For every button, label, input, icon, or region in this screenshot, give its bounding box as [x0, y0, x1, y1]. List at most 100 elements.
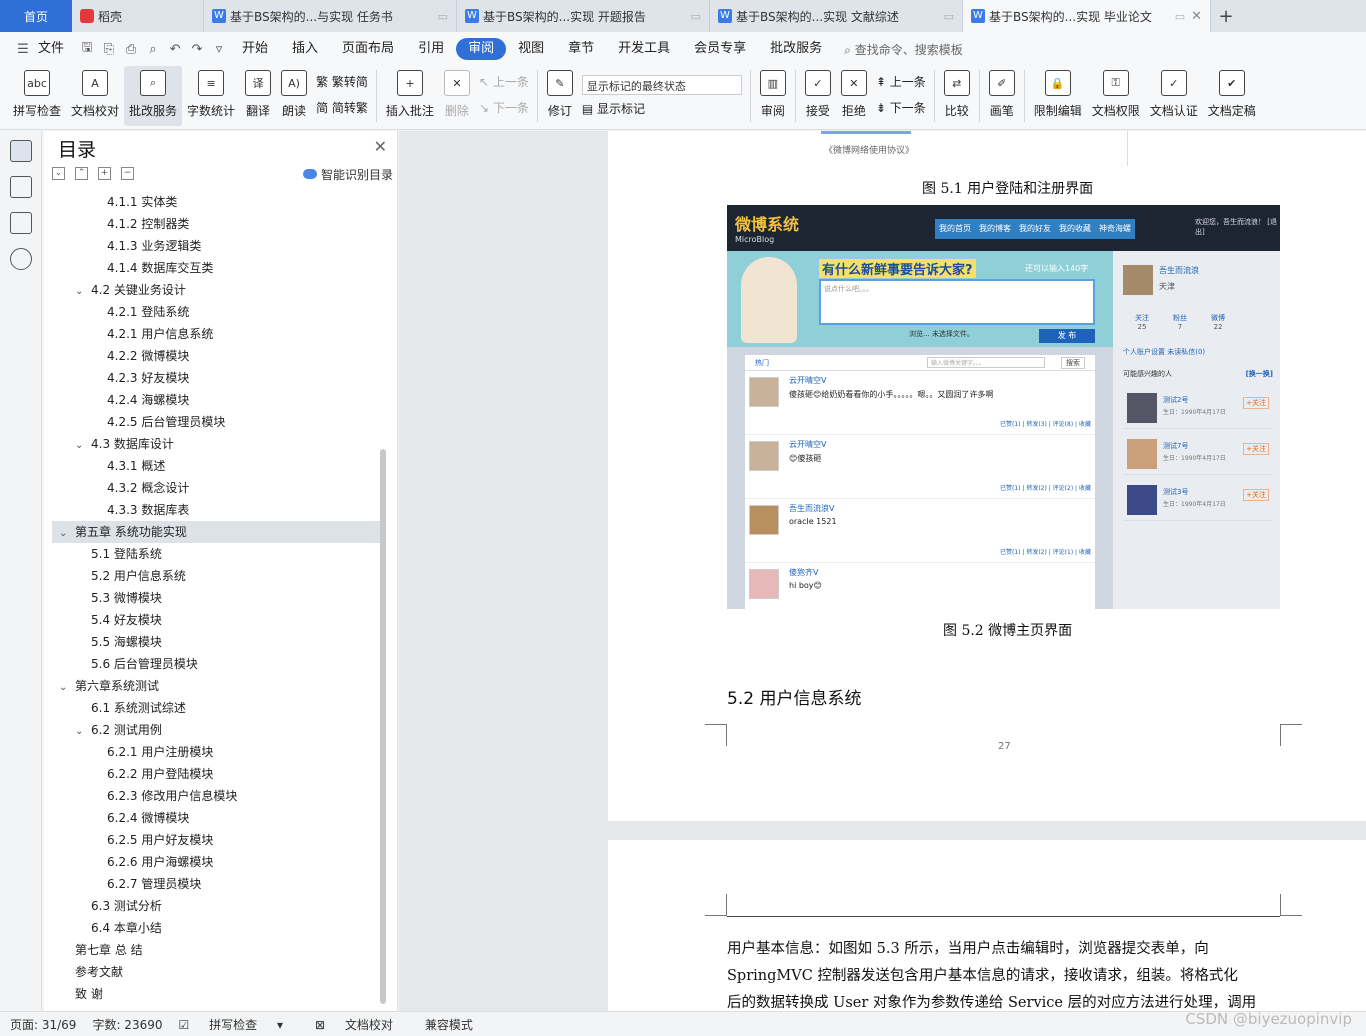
show-markup-button[interactable]: ▤ 显示标记 [582, 100, 742, 117]
toc-item[interactable]: 5.6 后台管理员模块 [52, 653, 380, 675]
pin-icon[interactable]: ▭ [438, 10, 448, 23]
review-service-button[interactable]: ⌕ 批改服务 [124, 66, 183, 126]
redo-icon[interactable]: ↷ [186, 42, 208, 57]
toc-item[interactable]: 4.1.1 实体类 [52, 191, 380, 213]
menu-chapter[interactable]: 章节 [556, 38, 606, 60]
new-tab-button[interactable]: + [1211, 0, 1241, 32]
toc-item[interactable]: 4.2.3 好友模块 [52, 367, 380, 389]
toc-item[interactable]: 4.3.1 概述 [52, 455, 380, 477]
doc-certify-button[interactable]: ✓ 文档认证 [1145, 66, 1203, 126]
print-icon[interactable]: ⎙ [120, 42, 142, 57]
toc-item[interactable]: 4.2.1 用户信息系统 [52, 323, 380, 345]
toc-item[interactable]: 5.1 登陆系统 [52, 543, 380, 565]
toc-item[interactable]: 4.3.2 概念设计 [52, 477, 380, 499]
markup-state-select[interactable]: 显示标记的最终状态 [581, 74, 742, 95]
tab-doc-task[interactable]: W 基于BS架构的...与实现 任务书 ▭ [204, 0, 457, 32]
toc-item[interactable]: 4.2.4 海螺模块 [52, 389, 380, 411]
paragraph-line[interactable]: 用户基本信息：如图如 5.3 所示，当用户点击编辑时，浏览器提交表单，向 [727, 936, 1282, 963]
accept-button[interactable]: ✓ 接受 [800, 66, 836, 126]
simp-to-trad-button[interactable]: 简 简转繁 [316, 99, 368, 116]
toc-item[interactable]: ⌄ 6.2 测试用例 [52, 719, 380, 741]
prev-change-button[interactable]: ⇞ 上一条 [876, 73, 926, 90]
tab-home[interactable]: 首页 [0, 0, 72, 32]
trad-to-simp-button[interactable]: 繁 繁转简 [316, 73, 368, 90]
word-count[interactable]: 字数: 23690 [92, 1016, 162, 1033]
insert-comment-button[interactable]: + 插入批注 [381, 66, 439, 126]
toc-item[interactable]: 5.2 用户信息系统 [52, 565, 380, 587]
doc-permission-button[interactable]: ⚿ 文档权限 [1087, 66, 1145, 126]
toc-item[interactable]: 5.5 海螺模块 [52, 631, 380, 653]
menu-start[interactable]: 开始 [230, 38, 280, 60]
toc-item[interactable]: 6.2.3 修改用户信息模块 [52, 785, 380, 807]
compare-button[interactable]: ⇄ 比较 [939, 66, 975, 126]
pin-icon[interactable]: ▭ [691, 10, 701, 23]
toc-scrollbar[interactable] [380, 449, 386, 1004]
paragraph-line[interactable]: 后的数据转换成 User 对象作为参数传递给 Service 层的对应方法进行处… [727, 990, 1282, 1011]
outline-panel-icon[interactable] [10, 176, 32, 198]
doc-finalize-button[interactable]: ✔ 文档定稿 [1203, 66, 1261, 126]
next-comment-button[interactable]: ↘ 下一条 [479, 99, 529, 116]
toc-item[interactable]: 6.2.4 微博模块 [52, 807, 380, 829]
chevron-down-icon[interactable]: ⌄ [75, 281, 91, 303]
menu-reference[interactable]: 引用 [406, 38, 456, 60]
toc-item[interactable]: 4.2.1 登陆系统 [52, 301, 380, 323]
close-icon[interactable]: ✕ [374, 137, 387, 156]
menu-file[interactable]: 文件 [34, 38, 76, 60]
pen-button[interactable]: ✐ 画笔 [984, 66, 1020, 126]
doc-proof-button[interactable]: A 文档校对 [66, 66, 124, 126]
menu-devtools[interactable]: 开发工具 [606, 38, 682, 60]
restrict-edit-button[interactable]: 🔒 限制编辑 [1029, 66, 1087, 126]
search-icon[interactable] [10, 248, 32, 270]
toc-item[interactable]: 第七章 总 结 [52, 939, 380, 961]
toc-item[interactable]: 5.4 好友模块 [52, 609, 380, 631]
chevron-down-icon[interactable]: ⌄ [59, 523, 75, 545]
word-count-button[interactable]: ≡ 字数统计 [182, 66, 240, 126]
toc-item[interactable]: 参考文献 [52, 961, 380, 983]
toc-item[interactable]: 6.3 测试分析 [52, 895, 380, 917]
pin-icon[interactable]: ▭ [1175, 10, 1185, 23]
menu-view[interactable]: 视图 [506, 38, 556, 60]
toc-item[interactable]: 4.3.3 数据库表 [52, 499, 380, 521]
toc-item[interactable]: 4.2.2 微博模块 [52, 345, 380, 367]
toc-item[interactable]: 6.1 系统测试综述 [52, 697, 380, 719]
paragraph-line[interactable]: SpringMVC 控制器发送包含用户基本信息的请求，接收请求，组装。将格式化 [727, 963, 1282, 990]
toc-item[interactable]: ⌄ 第六章系统测试 [52, 675, 380, 697]
expand-one-icon[interactable]: ⌄ [52, 167, 65, 180]
toc-item[interactable]: 6.2.2 用户登陆模块 [52, 763, 380, 785]
hamburger-icon[interactable]: ☰ [12, 42, 34, 57]
toc-item[interactable]: 6.2.7 管理员模块 [52, 873, 380, 895]
track-changes-button[interactable]: ✎ 修订 [542, 66, 578, 126]
chevron-down-icon[interactable]: ⌄ [75, 435, 91, 457]
collapse-all-icon[interactable]: − [121, 167, 134, 180]
customize-icon[interactable]: ▿ [208, 42, 230, 57]
save-icon[interactable]: 🖫 [76, 38, 98, 60]
chevron-down-icon[interactable]: ⌄ [59, 677, 75, 699]
close-icon[interactable]: ✕ [1191, 9, 1202, 24]
reject-button[interactable]: ✕ 拒绝 [836, 66, 872, 126]
doc-proof-status[interactable]: ⊠ 文档校对 [315, 1016, 409, 1033]
menu-review[interactable]: 审阅 [456, 38, 507, 60]
toc-item[interactable]: 4.1.4 数据库交互类 [52, 257, 380, 279]
toc-item[interactable]: 致 谢 [52, 983, 380, 1005]
prev-comment-button[interactable]: ↖ 上一条 [479, 73, 529, 90]
menu-layout[interactable]: 页面布局 [330, 38, 406, 60]
menu-insert[interactable]: 插入 [280, 38, 330, 60]
toc-item[interactable]: 6.4 本章小结 [52, 917, 380, 939]
toc-item[interactable]: 4.1.2 控制器类 [52, 213, 380, 235]
spell-check-toggle[interactable]: ☑ 拼写检查 ▾ [179, 1016, 299, 1033]
smart-toc-button[interactable]: 智能识别目录 [302, 166, 393, 183]
toc-item[interactable]: ⌄ 4.3 数据库设计 [52, 433, 380, 455]
menu-member[interactable]: 会员专享 [682, 38, 758, 60]
pin-icon[interactable]: ▭ [944, 10, 954, 23]
toc-panel-icon[interactable] [10, 140, 32, 162]
preview-icon[interactable]: ⌕ [142, 42, 164, 57]
read-aloud-button[interactable]: A) 朗读 [276, 66, 312, 126]
delete-comment-button[interactable]: ✕ 删除 [439, 66, 475, 126]
toc-item[interactable]: 5.3 微博模块 [52, 587, 380, 609]
toc-item[interactable]: 6.2.5 用户好友模块 [52, 829, 380, 851]
undo-icon[interactable]: ↶ [164, 42, 186, 57]
bookmark-icon[interactable] [10, 212, 32, 234]
tab-doc-thesis[interactable]: W 基于BS架构的...实现 毕业论文 ▭ ✕ [963, 0, 1211, 32]
toc-item[interactable]: 4.1.3 业务逻辑类 [52, 235, 380, 257]
next-change-button[interactable]: ⇟ 下一条 [876, 99, 926, 116]
